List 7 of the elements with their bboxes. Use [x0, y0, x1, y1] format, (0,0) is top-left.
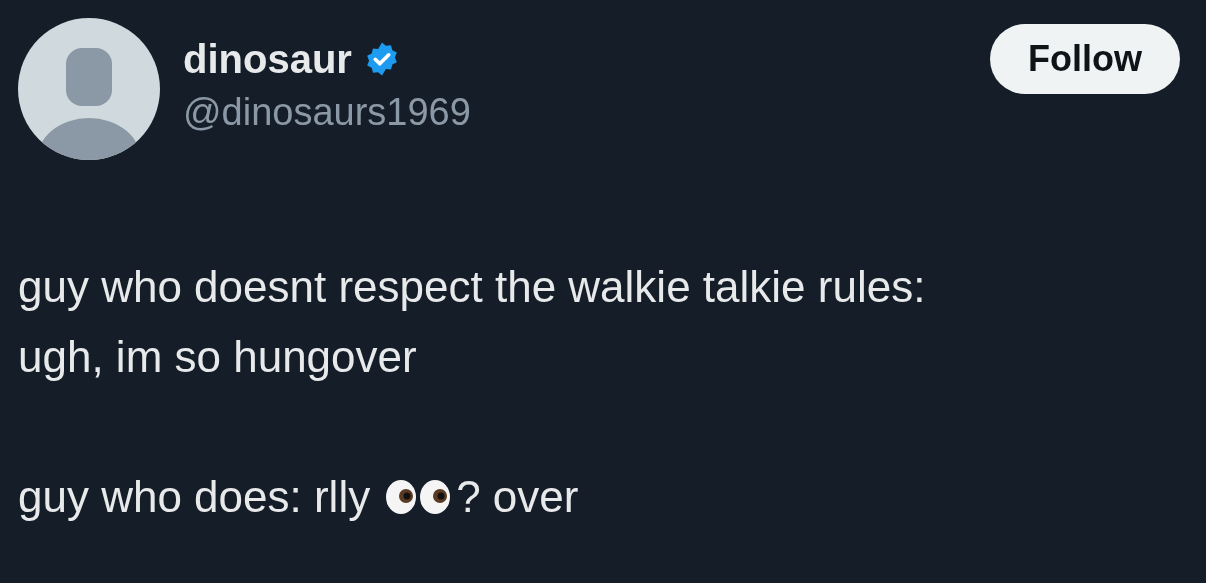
tweet-text: guy who doesnt respect the walkie talkie rules: [18, 261, 927, 313]
tweet-text: ? over [456, 471, 579, 523]
tweet-text: ugh, im so hungover [18, 331, 418, 383]
author-handle: @dinosaurs1969 [183, 90, 472, 135]
author-name: dinosaur [183, 36, 352, 82]
tweet-text: guy who does: rlly [18, 471, 371, 523]
follow-button[interactable]: Follow [990, 24, 1180, 94]
